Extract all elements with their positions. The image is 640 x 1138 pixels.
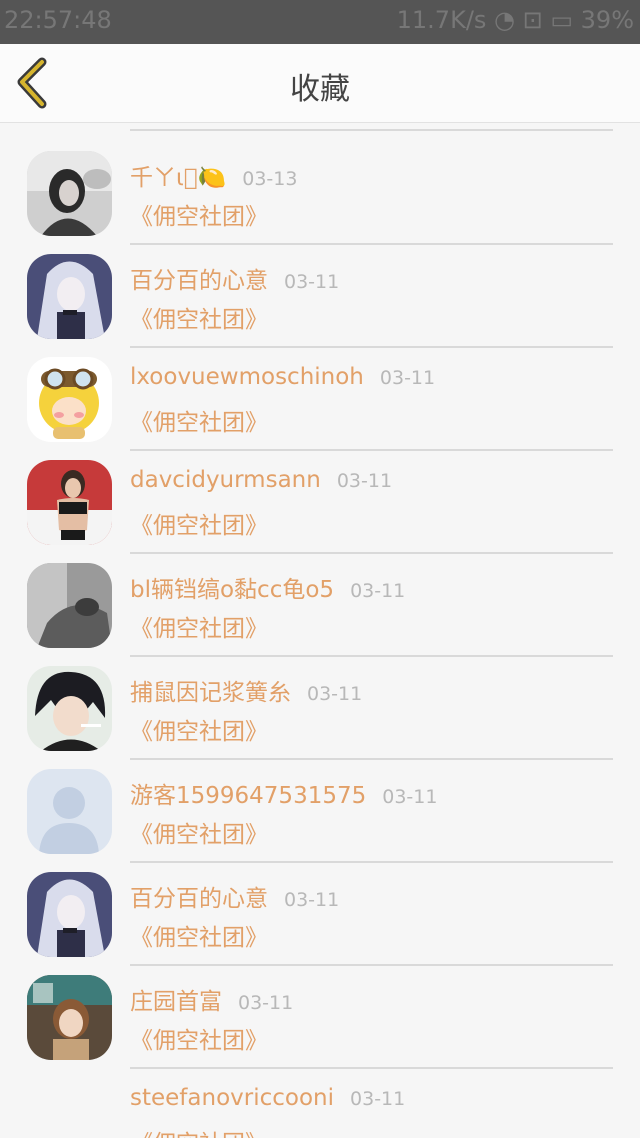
group-name[interactable]: 《佣空社团》	[130, 712, 268, 746]
group-name[interactable]: 《佣空社团》	[130, 197, 268, 231]
date: 03-11	[238, 992, 294, 1014]
date: 03-11	[382, 786, 438, 808]
divider	[130, 449, 613, 451]
divider	[130, 552, 613, 554]
anime-girl-avatar	[27, 872, 112, 957]
date: 03-11	[336, 470, 393, 492]
date: 03-11	[284, 271, 340, 293]
status-bar: 22:57:48 11.7K/s ◔ ⊡ ▭ 39%	[0, 0, 640, 44]
list-item[interactable]: 庄园首富 03-11 《佣空社团》	[0, 969, 640, 1071]
list-item[interactable]: lxoovuewmoschinoh 03-11 《佣空社团》	[0, 351, 640, 453]
group-name[interactable]: 《佣空社团》	[130, 506, 268, 540]
user-name[interactable]: 庄园首富	[130, 989, 222, 1015]
cartoon-pilot-avatar	[27, 357, 112, 442]
divider	[130, 861, 613, 863]
status-indicators: 11.7K/s ◔ ⊡ ▭ 39%	[396, 6, 634, 34]
group-name[interactable]: 《佣空社团》	[130, 815, 268, 849]
name-line: davcidyurmsann 03-11	[130, 467, 392, 493]
divider	[130, 129, 613, 131]
list-item[interactable]: bl辆铛缟o黏cc龟o5 03-11 《佣空社团》	[0, 557, 640, 659]
list-item-partial[interactable]	[0, 123, 640, 133]
divider	[130, 655, 613, 657]
name-line: 千ㄚι⃝🍋 03-13	[130, 158, 297, 192]
name-line: steefanovriccooni 03-11	[130, 1085, 405, 1111]
divider	[130, 346, 613, 348]
divider	[130, 758, 613, 760]
group-name[interactable]: 《佣空社团》	[130, 1021, 268, 1055]
divider	[130, 1067, 613, 1069]
date: 03-11	[379, 367, 436, 389]
list-item[interactable]: 百分百的心意 03-11 《佣空社团》	[0, 866, 640, 968]
group-name[interactable]: 《佣空社团》	[130, 1124, 268, 1138]
user-name[interactable]: bl辆铛缟o黏cc龟o5	[130, 577, 334, 603]
page-title: 收藏	[290, 72, 350, 107]
name-line: 庄园首富 03-11	[130, 982, 293, 1016]
divider	[130, 243, 613, 245]
user-name[interactable]: steefanovriccooni	[130, 1085, 334, 1111]
default-user-avatar	[27, 769, 112, 854]
woman-photo-avatar	[27, 460, 112, 545]
date: 03-11	[307, 683, 363, 705]
user-name[interactable]: 捕鼠因记浆簧糸	[130, 680, 291, 706]
user-name[interactable]: lxoovuewmoschinoh	[130, 364, 364, 390]
list-item[interactable]: 千ㄚι⃝🍋 03-13 《佣空社团》	[0, 145, 640, 247]
user-name[interactable]: 千ㄚι⃝🍋	[130, 165, 226, 191]
list-item[interactable]: 游客1599647531575 03-11 《佣空社团》	[0, 763, 640, 865]
favorites-list: 千ㄚι⃝🍋 03-13 《佣空社团》 百分百的心意 03-11 《佣空社团》 l…	[0, 123, 640, 1138]
group-name[interactable]: 《佣空社团》	[130, 918, 268, 952]
user-name[interactable]: 游客1599647531575	[130, 783, 366, 809]
name-line: bl辆铛缟o黏cc龟o5 03-11	[130, 570, 405, 604]
list-item[interactable]: davcidyurmsann 03-11 《佣空社团》	[0, 454, 640, 556]
name-line: lxoovuewmoschinoh 03-11	[130, 364, 435, 390]
date: 03-11	[284, 889, 340, 911]
group-name[interactable]: 《佣空社团》	[130, 300, 268, 334]
anime-boy-avatar	[27, 666, 112, 751]
name-line: 游客1599647531575 03-11	[130, 776, 437, 810]
list-item[interactable]: 捕鼠因记浆簧糸 03-11 《佣空社团》	[0, 660, 640, 762]
date: 03-11	[350, 1088, 406, 1110]
anime-girl-avatar	[27, 254, 112, 339]
anime-art-avatar	[27, 975, 112, 1060]
user-name[interactable]: davcidyurmsann	[130, 467, 321, 493]
list-item[interactable]: steefanovriccooni 03-11 《佣空社团》	[0, 1072, 640, 1138]
name-line: 百分百的心意 03-11	[130, 879, 339, 913]
name-line: 捕鼠因记浆簧糸 03-11	[130, 673, 362, 707]
divider	[130, 964, 613, 966]
group-name[interactable]: 《佣空社团》	[130, 403, 268, 437]
grayscale-photo-avatar	[27, 563, 112, 648]
girl-photo-avatar	[27, 151, 112, 236]
user-name[interactable]: 百分百的心意	[130, 268, 268, 294]
date: 03-13	[242, 168, 298, 190]
name-line: 百分百的心意 03-11	[130, 261, 339, 295]
user-name[interactable]: 百分百的心意	[130, 886, 268, 912]
group-name[interactable]: 《佣空社团》	[130, 609, 268, 643]
date: 03-11	[350, 580, 406, 602]
header: 收藏	[0, 44, 640, 123]
status-time: 22:57:48	[4, 6, 112, 34]
list-item[interactable]: 百分百的心意 03-11 《佣空社团》	[0, 248, 640, 350]
